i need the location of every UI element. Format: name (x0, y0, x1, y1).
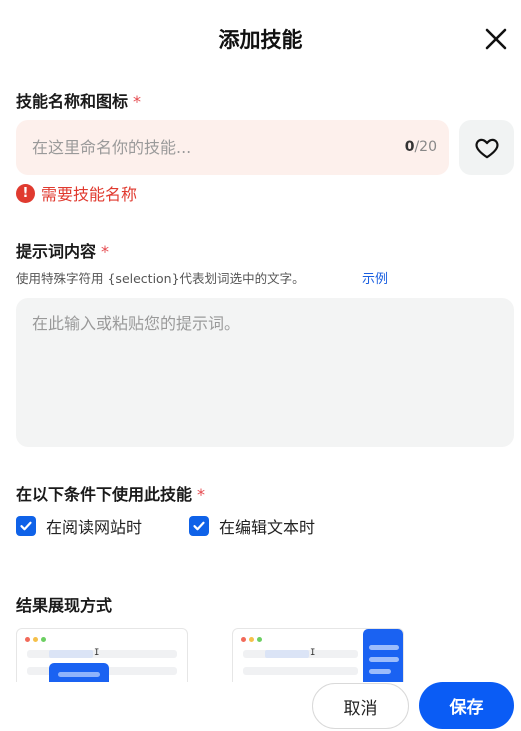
required-mark: * (101, 242, 110, 261)
char-counter: 0/20 (404, 139, 437, 155)
error-icon: ! (16, 183, 35, 203)
cancel-button[interactable]: 取消 (312, 683, 409, 729)
skill-name-label: 技能名称和图标 * (16, 92, 142, 111)
prompt-textarea[interactable] (16, 298, 514, 447)
example-link[interactable]: 示例 (362, 268, 388, 287)
checkbox-checked[interactable] (16, 516, 36, 536)
display-mode-label: 结果展现方式 (16, 596, 113, 615)
checkbox-checked[interactable] (189, 516, 209, 536)
text-cursor-icon: I (94, 648, 100, 658)
check-icon (20, 521, 32, 531)
text-cursor-icon: I (310, 648, 316, 658)
close-icon (485, 28, 507, 50)
condition-editing-text[interactable]: 在编辑文本时 (189, 514, 315, 538)
heart-icon (474, 138, 499, 158)
skill-name-input[interactable] (16, 120, 386, 175)
conditions-label: 在以下条件下使用此技能 * (16, 485, 206, 504)
skill-name-field: 0/20 (16, 120, 449, 175)
required-mark: * (197, 485, 206, 504)
skill-icon-button[interactable] (459, 120, 514, 175)
dialog-title: 添加技能 (218, 28, 303, 52)
checkbox-label: 在编辑文本时 (219, 518, 316, 537)
window-dots (241, 637, 262, 642)
window-dots (25, 637, 46, 642)
close-button[interactable] (481, 24, 511, 54)
prompt-content-label: 提示词内容 * (16, 242, 110, 261)
dialog-header: 添加技能 (0, 0, 521, 78)
save-button[interactable]: 保存 (419, 682, 514, 729)
required-mark: * (133, 92, 142, 111)
checkbox-label: 在阅读网站时 (46, 518, 143, 537)
condition-reading-website[interactable]: 在阅读网站时 (16, 514, 142, 538)
check-icon (193, 521, 205, 531)
prompt-hint: 使用特殊字符用 {selection}代表划词选中的文字。 (16, 271, 305, 286)
name-error-message: ! 需要技能名称 (16, 182, 137, 204)
